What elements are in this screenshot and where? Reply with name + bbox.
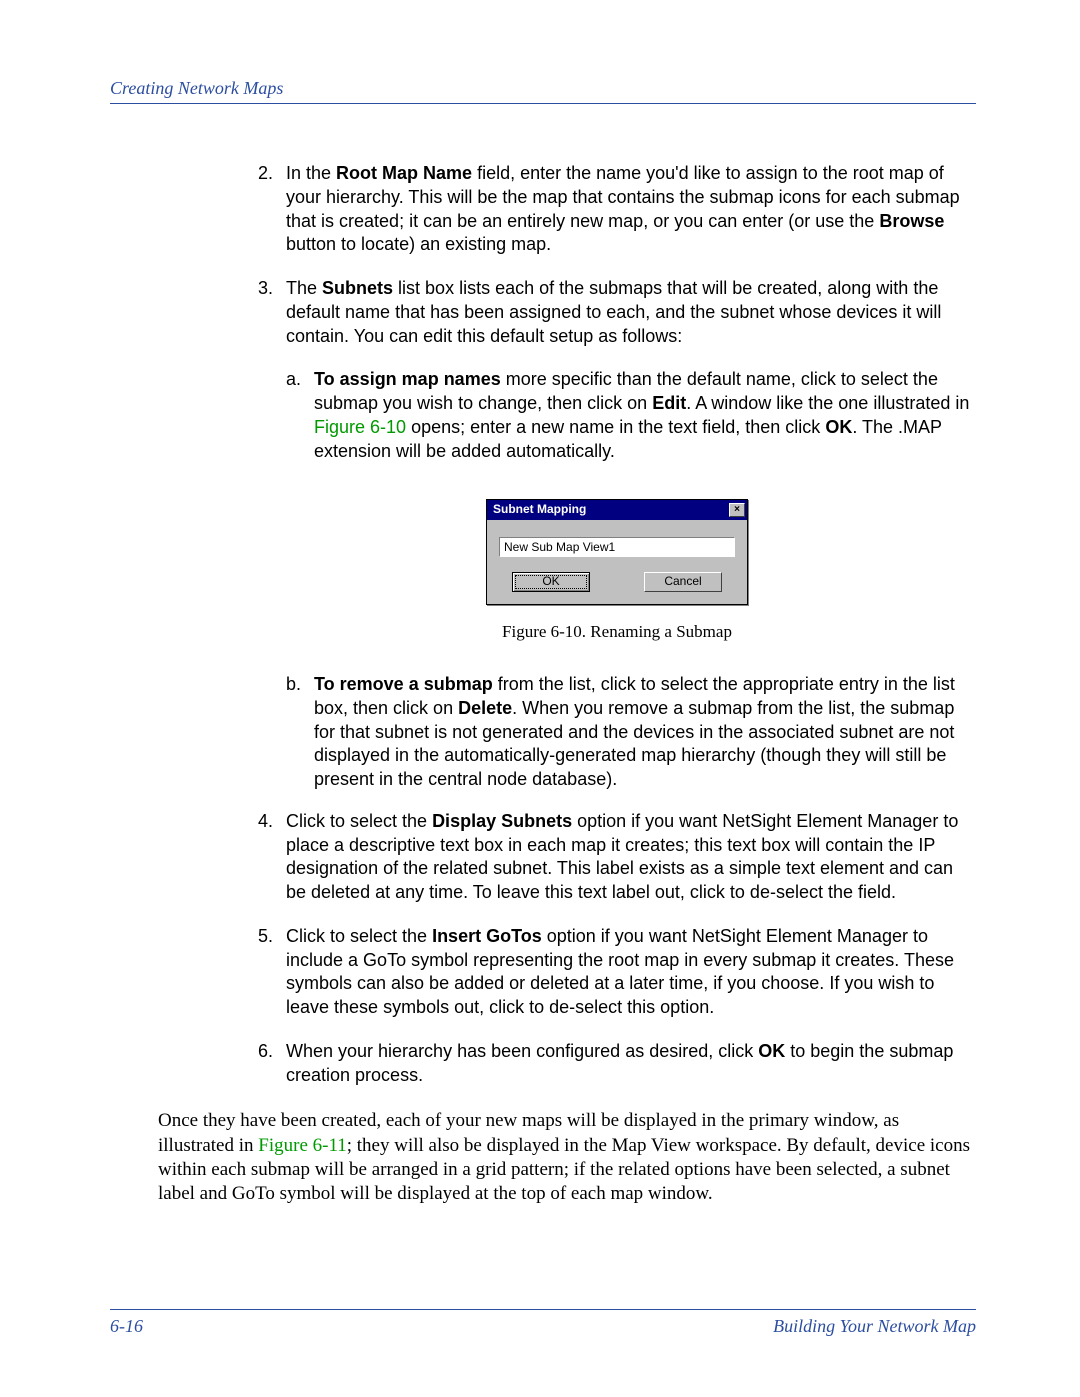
step-3: 3. The Subnets list box lists each of th… — [258, 277, 976, 348]
figure-ref-6-11[interactable]: Figure 6-11 — [258, 1135, 346, 1156]
ok-button[interactable]: OK — [512, 572, 590, 592]
step-text: When your hierarchy has been configured … — [286, 1040, 976, 1088]
figure-6-10: Subnet Mapping × OK Cancel Figure 6-10. … — [258, 499, 976, 643]
subnet-mapping-dialog: Subnet Mapping × OK Cancel — [486, 499, 748, 604]
header-title: Creating Network Maps — [110, 78, 976, 103]
footer-section: Building Your Network Map — [773, 1316, 976, 1337]
step-number: 5. — [258, 925, 286, 1020]
dialog-title: Subnet Mapping — [493, 502, 586, 518]
substep-letter: a. — [286, 368, 314, 463]
step-2: 2. In the Root Map Name field, enter the… — [258, 162, 976, 257]
step-number: 3. — [258, 277, 286, 348]
step-text: In the Root Map Name field, enter the na… — [286, 162, 976, 257]
header-rule — [110, 103, 976, 104]
substep-3a: a. To assign map names more specific tha… — [286, 368, 976, 463]
dialog-buttons: OK Cancel — [487, 568, 747, 604]
substep-text: To remove a submap from the list, click … — [314, 673, 976, 792]
cancel-button[interactable]: Cancel — [644, 572, 722, 592]
dialog-titlebar: Subnet Mapping × — [487, 500, 747, 520]
substep-3b: b. To remove a submap from the list, cli… — [286, 673, 976, 792]
page-header: Creating Network Maps — [110, 78, 976, 104]
figure-ref-6-10[interactable]: Figure 6-10 — [314, 417, 406, 437]
submap-name-input[interactable] — [499, 537, 735, 557]
footer-rule — [110, 1309, 976, 1310]
page-number: 6-16 — [110, 1316, 143, 1337]
step-4: 4. Click to select the Display Subnets o… — [258, 810, 976, 905]
dialog-body — [487, 520, 747, 568]
substep-text: To assign map names more specific than t… — [314, 368, 976, 463]
figure-caption: Figure 6-10. Renaming a Submap — [258, 621, 976, 643]
step-text: Click to select the Insert GoTos option … — [286, 925, 976, 1020]
step-6: 6. When your hierarchy has been configur… — [258, 1040, 976, 1088]
step-text: Click to select the Display Subnets opti… — [286, 810, 976, 905]
step-number: 6. — [258, 1040, 286, 1088]
step-number: 2. — [258, 162, 286, 257]
body-content: 2. In the Root Map Name field, enter the… — [258, 162, 976, 1207]
step-text: The Subnets list box lists each of the s… — [286, 277, 976, 348]
page-footer: 6-16 Building Your Network Map — [110, 1309, 976, 1337]
step-5: 5. Click to select the Insert GoTos opti… — [258, 925, 976, 1020]
step-number: 4. — [258, 810, 286, 905]
substep-letter: b. — [286, 673, 314, 792]
close-icon[interactable]: × — [729, 503, 745, 517]
closing-paragraph: Once they have been created, each of you… — [158, 1109, 976, 1206]
